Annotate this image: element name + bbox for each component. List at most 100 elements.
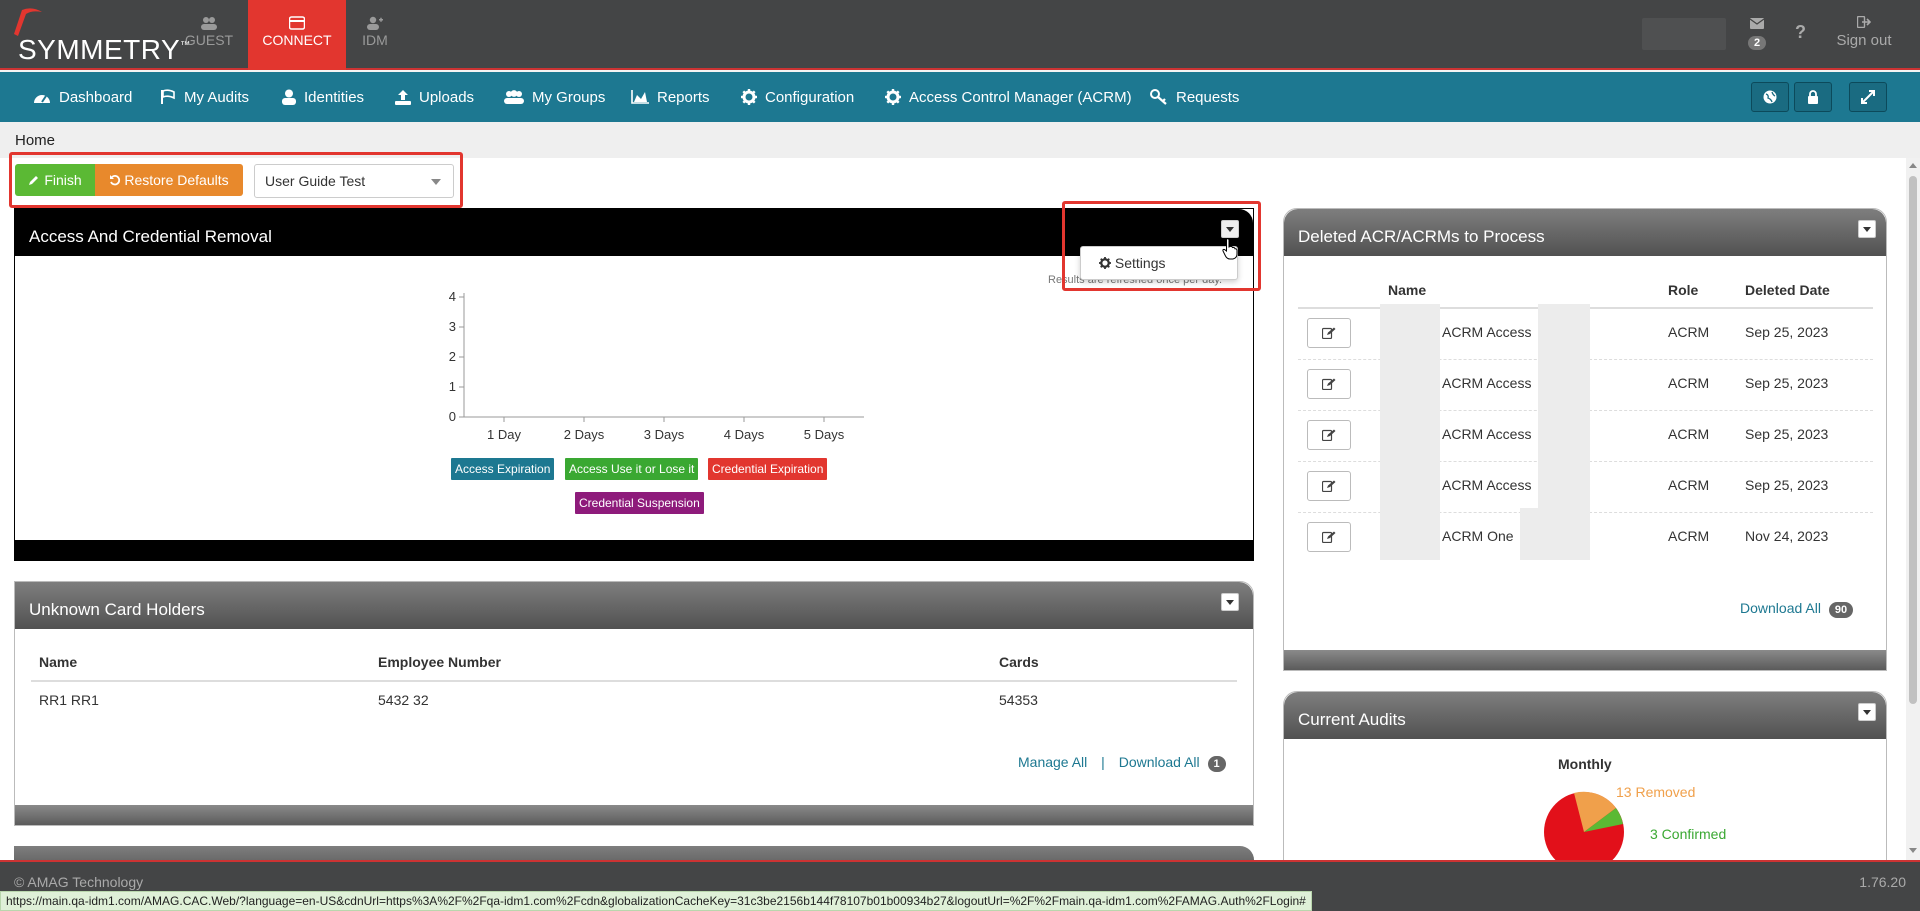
redacted-area [1538, 406, 1590, 458]
widget-title: Deleted ACR/ACRMs to Process [1298, 227, 1545, 246]
users-icon [201, 17, 217, 30]
widget-settings-menu[interactable]: Settings [1080, 246, 1238, 280]
nav-item-label: Reports [657, 88, 710, 106]
column-header-name[interactable]: Name [1388, 282, 1426, 298]
column-header-deleted-date[interactable]: Deleted Date [1745, 282, 1830, 298]
widget-title: Current Audits [1298, 710, 1406, 729]
x-tick-label: 5 Days [804, 427, 845, 442]
legend-credential-suspension[interactable]: Credential Suspension [575, 492, 704, 514]
column-header-employee-number[interactable]: Employee Number [378, 654, 501, 670]
language-button[interactable] [1751, 82, 1789, 112]
lock-button[interactable] [1794, 82, 1832, 112]
scroll-up-arrow-icon[interactable] [1909, 163, 1917, 168]
edit-row-button[interactable] [1307, 522, 1351, 552]
cell-deleted-date: Sep 25, 2023 [1745, 426, 1829, 442]
app-tab-idm[interactable]: IDM [346, 0, 404, 70]
scrollbar-thumb[interactable] [1909, 176, 1917, 704]
cell-cards: 54353 [999, 692, 1038, 708]
restore-defaults-button[interactable]: Restore Defaults [95, 164, 243, 196]
nav-item-label: Dashboard [59, 88, 133, 106]
credit-card-icon [289, 16, 305, 30]
nav-item-label: Configuration [765, 88, 855, 106]
nav-item-configuration[interactable]: Configuration [741, 86, 854, 108]
page-scrollbar[interactable] [1906, 158, 1920, 860]
table-divider [31, 680, 1237, 682]
finish-button[interactable]: Finish [15, 164, 95, 196]
widget-title: Unknown Card Holders [29, 600, 205, 619]
layout-select[interactable]: User Guide Test [254, 164, 454, 198]
download-all-link[interactable]: Download All [1740, 600, 1821, 616]
y-tick-label: 2 [449, 349, 456, 364]
envelope-icon [1749, 18, 1765, 29]
legend-label: Access Use it or Lose it [569, 462, 695, 476]
gear-icon [885, 89, 901, 105]
widget-menu-toggle[interactable] [1858, 220, 1876, 238]
nav-item-requests[interactable]: Requests [1150, 86, 1239, 108]
column-header-name[interactable]: Name [39, 654, 77, 670]
nav-item-dashboard[interactable]: Dashboard [33, 86, 132, 108]
column-header-cards[interactable]: Cards [999, 654, 1039, 670]
cell-deleted-date: Sep 25, 2023 [1745, 375, 1829, 391]
widget-header: Unknown Card Holders [15, 582, 1253, 629]
nav-item-acrm[interactable]: Access Control Manager (ACRM) [885, 86, 1132, 108]
y-tick-label: 1 [449, 379, 456, 394]
app-tab-guest[interactable]: GUEST [170, 0, 248, 70]
download-count-badge: 90 [1828, 602, 1854, 618]
header-search-box[interactable] [1642, 18, 1726, 50]
edit-row-button[interactable] [1307, 471, 1351, 501]
nav-item-label: Requests [1176, 88, 1240, 106]
legend-credential-expiration[interactable]: Credential Expiration [708, 458, 828, 480]
widget-footer [15, 540, 1253, 560]
manage-all-link[interactable]: Manage All [1018, 754, 1087, 770]
widget-header: Deleted ACR/ACRMs to Process [1284, 209, 1886, 256]
widget-menu-toggle[interactable] [1858, 703, 1876, 721]
cell-role: ACRM [1668, 426, 1710, 442]
edit-icon [1322, 531, 1336, 543]
finish-label: Finish [44, 172, 82, 188]
edit-row-button[interactable] [1307, 318, 1351, 348]
nav-item-identities[interactable]: Identities [282, 86, 364, 108]
cell-deleted-date: Nov 24, 2023 [1745, 528, 1829, 544]
download-all-link[interactable]: Download All [1119, 754, 1200, 770]
app-tab-connect[interactable]: CONNECT [248, 0, 346, 70]
app-tab-label: CONNECT [262, 32, 332, 48]
cell-name: RR1 RR1 [39, 692, 99, 708]
legend-access-expiration[interactable]: Access Expiration [451, 458, 555, 480]
nav-item-my-audits[interactable]: My Audits [160, 86, 249, 108]
edit-icon [1322, 327, 1336, 339]
fullscreen-button[interactable] [1849, 82, 1887, 112]
top-bar: SYMMETRY™ GUEST CONNECT IDM 2 ? Sign out [0, 0, 1920, 70]
nav-item-uploads[interactable]: Uploads [395, 86, 474, 108]
edit-row-button[interactable] [1307, 369, 1351, 399]
symmetry-logo[interactable]: SYMMETRY™ [6, 6, 190, 68]
y-tick-label: 3 [449, 319, 456, 334]
x-tick-label: 2 Days [564, 427, 605, 442]
widget-footer [1284, 650, 1886, 670]
breadcrumb[interactable]: Home [15, 132, 55, 149]
legend-access-use-it-or-lose-it[interactable]: Access Use it or Lose it [565, 458, 699, 480]
scroll-down-arrow-icon[interactable] [1909, 848, 1917, 853]
nav-item-my-groups[interactable]: My Groups [504, 86, 605, 108]
sign-out-icon [1857, 16, 1871, 28]
redacted-area [1380, 457, 1440, 509]
sign-out-label: Sign out [1836, 32, 1892, 49]
help-icon[interactable]: ? [1795, 22, 1806, 43]
widget-menu-toggle[interactable] [1221, 593, 1239, 611]
edit-icon [1322, 378, 1336, 390]
nav-item-label: Uploads [419, 88, 475, 106]
column-header-role[interactable]: Role [1668, 282, 1698, 298]
y-tick-label: 4 [449, 289, 456, 304]
redacted-area [1380, 355, 1440, 407]
edit-row-button[interactable] [1307, 420, 1351, 450]
edit-icon [1322, 429, 1336, 441]
deleted-actions: Download All 90 [1740, 600, 1854, 618]
sign-out-button[interactable]: Sign out [1832, 16, 1896, 49]
settings-menu-item[interactable]: Settings [1115, 255, 1166, 271]
nav-item-label: Identities [304, 88, 365, 106]
nav-item-reports[interactable]: Reports [631, 86, 710, 108]
x-tick-label: 1 Day [487, 427, 521, 442]
messages-button[interactable]: 2 [1745, 16, 1769, 50]
restore-defaults-label: Restore Defaults [124, 172, 229, 188]
logo-text: SYMMETRY™ [18, 34, 191, 65]
user-plus-icon [367, 16, 383, 30]
